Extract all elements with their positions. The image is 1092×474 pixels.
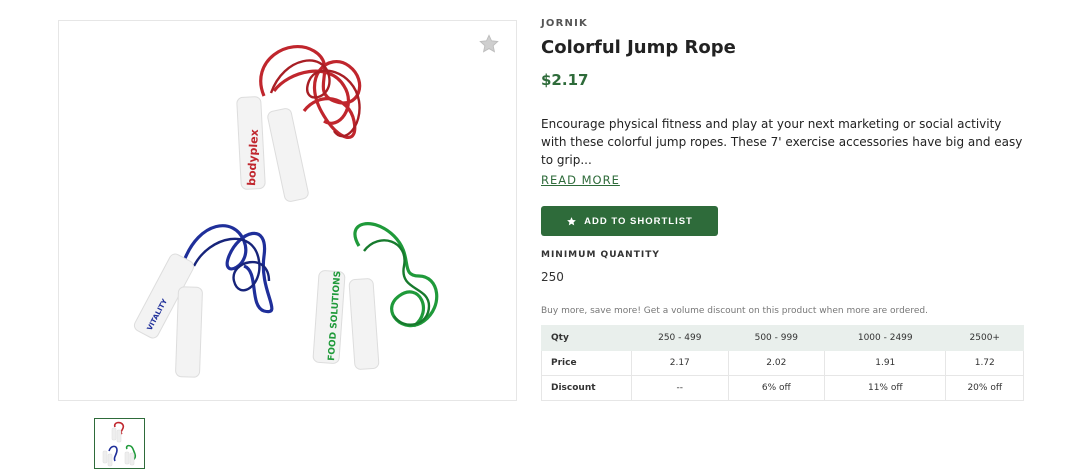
star-icon[interactable] xyxy=(478,33,500,55)
table-cell: 2.02 xyxy=(727,350,826,376)
table-row: Discount -- 6% off 11% off 20% off xyxy=(541,375,1024,401)
table-cell: Discount xyxy=(541,375,632,401)
minimum-quantity-label: MINIMUM QUANTITY xyxy=(541,250,660,260)
table-cell: 20% off xyxy=(945,375,1024,401)
volume-discount-note: Buy more, save more! Get a volume discou… xyxy=(541,306,928,316)
product-thumbnail[interactable] xyxy=(94,418,145,469)
table-cell: -- xyxy=(631,375,729,401)
add-to-shortlist-button[interactable]: ADD TO SHORTLIST xyxy=(541,206,718,236)
table-cell: 6% off xyxy=(727,375,826,401)
green-jump-rope: FOOD SOLUTIONS xyxy=(312,222,439,370)
blue-jump-rope: VITALITY xyxy=(133,224,274,378)
thumbnail-image xyxy=(102,421,137,467)
table-cell: 1.91 xyxy=(824,350,947,376)
product-price: $2.17 xyxy=(541,71,589,89)
table-header-row: Qty 250 - 499 500 - 999 1000 - 2499 2500… xyxy=(541,325,1024,351)
table-cell: Price xyxy=(541,350,632,376)
minimum-quantity-value: 250 xyxy=(541,270,564,284)
pricing-table: Qty 250 - 499 500 - 999 1000 - 2499 2500… xyxy=(541,325,1024,401)
table-cell: 2500+ xyxy=(945,325,1024,351)
red-jump-rope: bodyplex xyxy=(236,45,362,202)
star-icon xyxy=(567,216,576,225)
table-cell: Qty xyxy=(541,325,632,351)
table-cell: 1000 - 2499 xyxy=(824,325,947,351)
add-to-shortlist-label: ADD TO SHORTLIST xyxy=(584,215,693,227)
table-cell: 250 - 499 xyxy=(631,325,729,351)
product-image: bodyplex VITALITY FOOD SOLUTIONS xyxy=(133,45,439,378)
table-cell: 11% off xyxy=(824,375,947,401)
table-cell: 2.17 xyxy=(631,350,729,376)
table-cell: 1.72 xyxy=(945,350,1024,376)
brand-name: JORNIK xyxy=(541,18,588,29)
product-image-gallery: bodyplex VITALITY FOOD SOLUTIONS xyxy=(58,20,517,401)
table-row: Price 2.17 2.02 1.91 1.72 xyxy=(541,350,1024,376)
product-description: Encourage physical fitness and play at y… xyxy=(541,117,1023,167)
product-info: JORNIK Colorful Jump Rope $2.17 Encourag… xyxy=(541,18,1024,401)
table-cell: 500 - 999 xyxy=(727,325,826,351)
product-title: Colorful Jump Rope xyxy=(541,37,736,58)
read-more-link[interactable]: READ MORE xyxy=(541,173,620,187)
